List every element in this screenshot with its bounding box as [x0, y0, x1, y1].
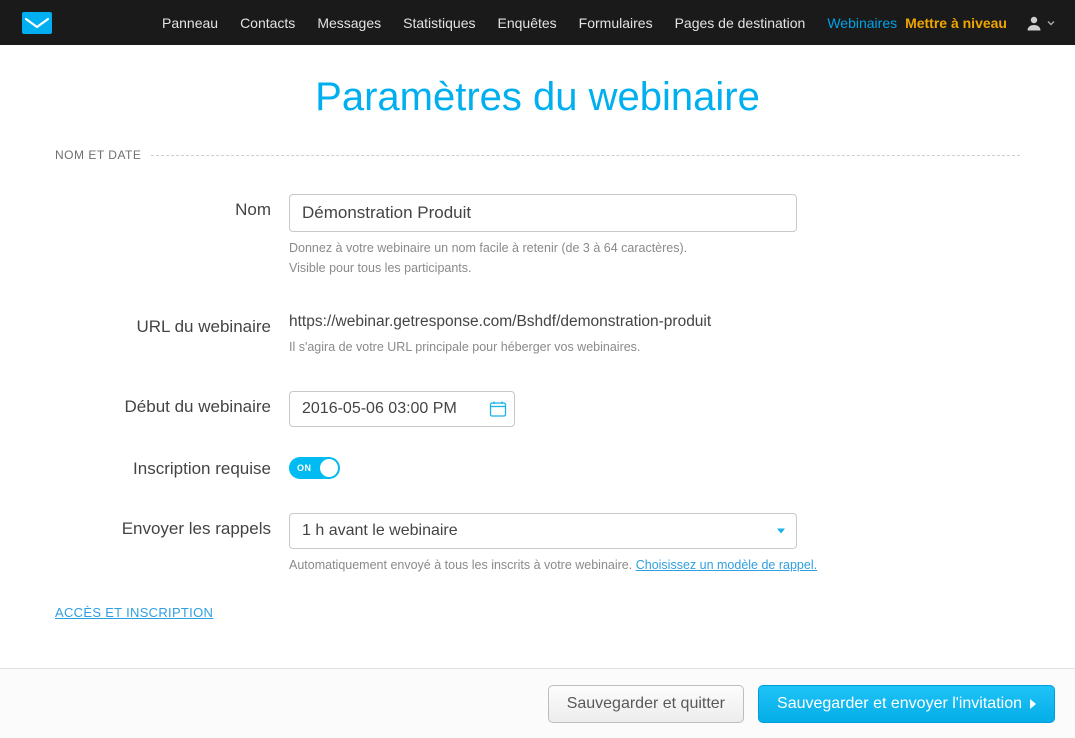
chevron-right-icon — [1030, 699, 1036, 709]
user-menu[interactable] — [1025, 14, 1055, 32]
name-help-2: Visible pour tous les participants. — [289, 260, 1020, 278]
brand-logo[interactable] — [22, 12, 52, 34]
nav-right: Mettre à niveau — [905, 14, 1055, 32]
registration-toggle[interactable]: ON — [289, 457, 340, 479]
row-url: URL du webinaire https://webinar.getresp… — [55, 311, 1020, 357]
toggle-on-label: ON — [297, 463, 312, 473]
footer-bar: Sauvegarder et quitter Sauvegarder et en… — [0, 668, 1075, 738]
label-name: Nom — [55, 194, 289, 220]
row-name: Nom Donnez à votre webinaire un nom faci… — [55, 194, 1020, 277]
nav-item-messages[interactable]: Messages — [317, 15, 381, 31]
label-reminders: Envoyer les rappels — [55, 513, 289, 539]
url-help: Il s'agira de votre URL principale pour … — [289, 339, 1020, 357]
label-start: Début du webinaire — [55, 391, 289, 417]
nav-item-enquetes[interactable]: Enquêtes — [498, 15, 557, 31]
nav-item-webinaires[interactable]: Webinaires — [827, 15, 897, 31]
reminders-selected-value: 1 h avant le webinaire — [302, 522, 458, 540]
user-icon — [1025, 14, 1043, 32]
form-area: Nom Donnez à votre webinaire un nom faci… — [0, 194, 1075, 574]
nav-item-contacts[interactable]: Contacts — [240, 15, 295, 31]
save-quit-button[interactable]: Sauvegarder et quitter — [548, 685, 744, 723]
section-dash-rule — [151, 155, 1020, 156]
nav-item-formulaires[interactable]: Formulaires — [579, 15, 653, 31]
save-send-button[interactable]: Sauvegarder et envoyer l'invitation — [758, 685, 1055, 723]
page-title: Paramètres du webinaire — [0, 75, 1075, 120]
label-registration: Inscription requise — [55, 453, 289, 479]
reminders-help-text: Automatiquement envoyé à tous les inscri… — [289, 558, 636, 572]
reminders-help: Automatiquement envoyé à tous les inscri… — [289, 557, 1020, 575]
section-nom-et-date: NOM ET DATE — [0, 148, 1075, 162]
nav-items: Panneau Contacts Messages Statistiques E… — [162, 15, 905, 31]
section-label: NOM ET DATE — [55, 148, 141, 162]
reminders-template-link[interactable]: Choisissez un modèle de rappel. — [636, 558, 817, 572]
toggle-knob — [320, 459, 338, 477]
top-nav: Panneau Contacts Messages Statistiques E… — [0, 0, 1075, 45]
page: Paramètres du webinaire NOM ET DATE Nom … — [0, 45, 1075, 622]
row-start: Début du webinaire — [55, 391, 1020, 427]
save-quit-label: Sauvegarder et quitter — [567, 695, 725, 713]
upgrade-link[interactable]: Mettre à niveau — [905, 15, 1007, 31]
save-send-label: Sauvegarder et envoyer l'invitation — [777, 695, 1022, 713]
row-registration: Inscription requise ON — [55, 453, 1020, 479]
access-inscription-link[interactable]: ACCÈS ET INSCRIPTION — [55, 605, 213, 620]
row-reminders: Envoyer les rappels 1 h avant le webinai… — [55, 513, 1020, 575]
label-url: URL du webinaire — [55, 311, 289, 337]
nav-item-pages-destination[interactable]: Pages de destination — [675, 15, 806, 31]
name-help-1: Donnez à votre webinaire un nom facile à… — [289, 240, 1020, 258]
name-input[interactable] — [289, 194, 797, 232]
nav-item-statistiques[interactable]: Statistiques — [403, 15, 475, 31]
start-datetime-input[interactable] — [289, 391, 515, 427]
chevron-down-icon — [777, 528, 785, 533]
reminders-select[interactable]: 1 h avant le webinaire — [289, 513, 797, 549]
url-value: https://webinar.getresponse.com/Bshdf/de… — [289, 311, 1020, 331]
chevron-down-icon — [1047, 19, 1055, 27]
nav-item-panneau[interactable]: Panneau — [162, 15, 218, 31]
